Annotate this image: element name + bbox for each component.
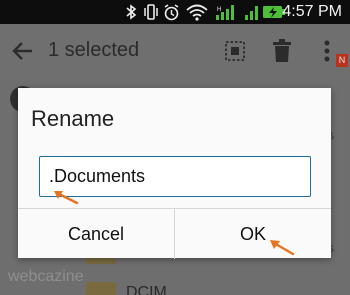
annotation-arrow-icon (54, 191, 79, 205)
back-arrow-icon[interactable] (12, 40, 34, 67)
notification-badge: N (336, 54, 348, 67)
clock-time: 4:57 PM (282, 3, 342, 20)
signal-icon: H (215, 4, 239, 26)
select-all-icon[interactable] (224, 40, 246, 67)
ok-button[interactable]: OK (175, 209, 331, 259)
cancel-button[interactable]: Cancel (18, 209, 174, 259)
dialog-title: Rename (31, 106, 115, 131)
trash-icon[interactable] (272, 39, 292, 68)
svg-text:H: H (217, 7, 221, 13)
selection-toolbar: 1 selected N (0, 24, 350, 80)
vibrate-icon (143, 4, 159, 25)
watermark: webcazine (8, 268, 84, 285)
list-item-dcim[interactable]: DCIM (126, 284, 167, 295)
status-bar: H 4:57 PM (0, 0, 350, 24)
overflow-menu-icon[interactable] (324, 40, 330, 67)
alarm-icon (163, 4, 180, 26)
bluetooth-icon (125, 4, 137, 25)
annotation-arrow-icon (270, 240, 295, 256)
rename-dialog: Rename .Documents Cancel OK (18, 88, 331, 259)
selection-count-title: 1 selected (48, 39, 140, 61)
second-signal-icon (244, 4, 260, 26)
folder-icon (86, 282, 116, 295)
wifi-icon (186, 4, 208, 26)
